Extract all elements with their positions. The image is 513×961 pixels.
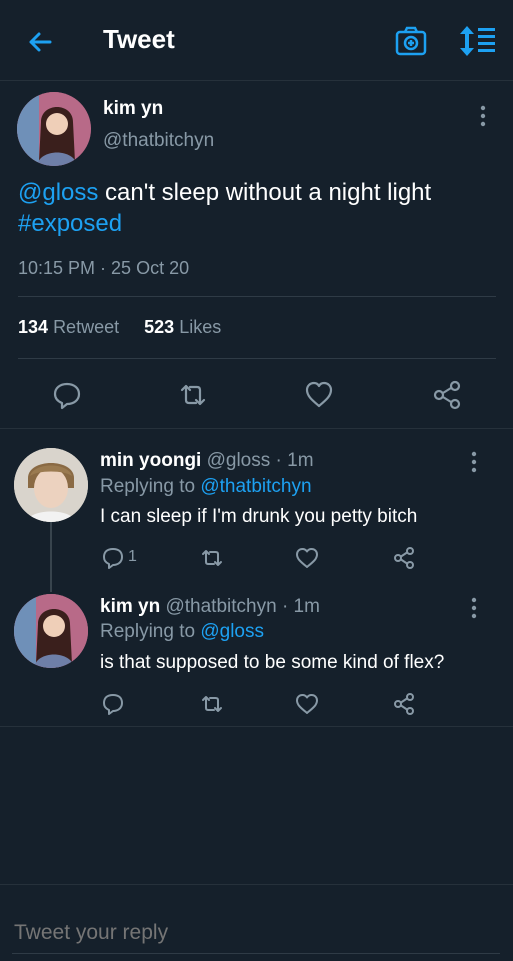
reply-header: kim yn @thatbitchyn · 1m — [100, 596, 320, 618]
more-options-icon[interactable] — [464, 450, 484, 474]
reply-count: 1 — [128, 548, 137, 565]
author-avatar[interactable] — [17, 92, 91, 166]
reply-author-name[interactable]: min yoongi — [100, 450, 201, 471]
reply-text: is that supposed to be some kind of flex… — [100, 652, 445, 673]
like-heart-icon[interactable] — [295, 546, 319, 570]
share-icon[interactable] — [432, 380, 462, 410]
reply-avatar[interactable] — [14, 448, 88, 522]
retweet-stat[interactable]: 134 Retweet — [18, 317, 119, 337]
reply-input[interactable] — [12, 920, 496, 946]
mention-link[interactable]: @gloss — [18, 179, 98, 206]
retweet-icon[interactable] — [200, 546, 224, 570]
divider — [18, 358, 496, 359]
top-bar: Tweet — [0, 0, 513, 81]
reply-handle-time: @gloss · 1m — [206, 450, 314, 471]
tweet-body: can't sleep without a night light — [98, 179, 432, 206]
replying-prefix: Replying to — [100, 621, 201, 642]
reply-avatar[interactable] — [14, 594, 88, 668]
reply-icon[interactable] — [101, 546, 125, 570]
reply-author-name[interactable]: kim yn — [100, 596, 160, 617]
camera-icon[interactable] — [394, 24, 428, 58]
reply-handle-time: @thatbitchyn · 1m — [165, 596, 320, 617]
input-underline — [12, 953, 500, 954]
author-handle[interactable]: @thatbitchyn — [103, 130, 214, 152]
divider — [18, 296, 496, 297]
tweet-text: @gloss can't sleep without a night light… — [18, 177, 498, 239]
replying-to-link[interactable]: @gloss — [200, 621, 264, 642]
author-name[interactable]: kim yn — [103, 98, 163, 120]
hashtag-link[interactable]: #exposed — [18, 210, 122, 237]
reply-header: min yoongi @gloss · 1m — [100, 450, 314, 472]
retweet-icon[interactable] — [200, 692, 224, 716]
retweet-count: 134 — [18, 317, 49, 337]
replying-prefix: Replying to — [100, 476, 201, 497]
like-heart-icon[interactable] — [295, 692, 319, 716]
replying-to: Replying to @thatbitchyn — [100, 476, 312, 498]
share-icon[interactable] — [392, 546, 416, 570]
likes-stat[interactable]: 523 Likes — [144, 317, 221, 337]
reply-icon[interactable] — [52, 380, 82, 410]
tweet-timestamp: 10:15 PM · 25 Oct 20 — [18, 258, 190, 278]
page-title: Tweet — [103, 24, 175, 54]
replying-to-link[interactable]: @thatbitchyn — [200, 476, 311, 497]
reply-text: I can sleep if I'm drunk you petty bitch — [100, 506, 418, 527]
back-arrow-icon[interactable] — [24, 26, 56, 58]
retweet-icon[interactable] — [178, 380, 208, 410]
replying-to: Replying to @gloss — [100, 621, 264, 643]
divider — [0, 726, 513, 727]
more-options-icon[interactable] — [464, 596, 484, 620]
retweet-label: Retweet — [53, 317, 120, 337]
sort-icon[interactable] — [458, 24, 498, 58]
tweet-stats: 134 Retweet 523 Likes — [18, 317, 221, 338]
like-heart-icon[interactable] — [304, 380, 334, 410]
divider — [0, 428, 513, 429]
likes-count: 523 — [144, 317, 175, 337]
share-icon[interactable] — [392, 692, 416, 716]
tweet-actions — [0, 372, 513, 422]
likes-label: Likes — [179, 317, 222, 337]
reply-icon[interactable] — [101, 692, 125, 716]
thread-line — [50, 522, 52, 592]
more-options-icon[interactable] — [473, 104, 493, 128]
